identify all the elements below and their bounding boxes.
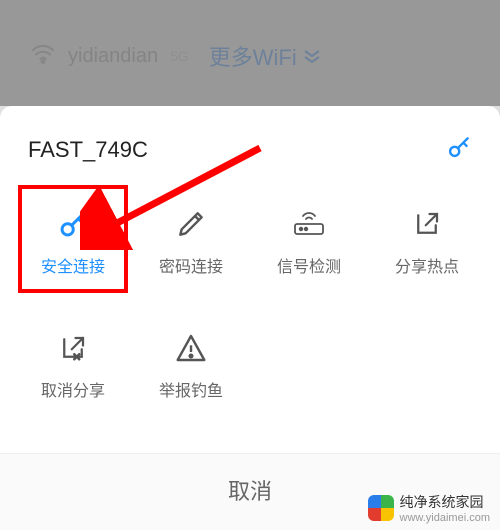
watermark: 纯净系统家园 www.yidaimei.com xyxy=(368,492,490,524)
watermark-brand: 纯净系统家园 xyxy=(400,492,490,512)
warning-icon xyxy=(175,329,207,367)
grid-label: 分享热点 xyxy=(395,253,459,277)
share-cancel-icon xyxy=(58,329,88,367)
action-sheet: FAST_749C 安全连接 密码连接 xyxy=(0,106,500,530)
grid-item-share-hotspot[interactable]: 分享热点 xyxy=(368,191,486,291)
grid-item-signal-check[interactable]: 信号检测 xyxy=(250,191,368,291)
share-icon xyxy=(412,205,442,243)
key-icon xyxy=(446,134,472,165)
grid-item-cancel-share[interactable]: 取消分享 xyxy=(14,315,132,415)
grid-item-report-phishing[interactable]: 举报钓鱼 xyxy=(132,315,250,415)
router-icon xyxy=(291,205,327,243)
grid-label: 取消分享 xyxy=(41,377,105,401)
watermark-url: www.yidaimei.com xyxy=(400,512,490,524)
grid-label: 安全连接 xyxy=(41,253,105,277)
pencil-icon xyxy=(175,205,207,243)
network-name: FAST_749C xyxy=(28,137,148,163)
grid-label: 信号检测 xyxy=(277,253,341,277)
grid-label: 举报钓鱼 xyxy=(159,377,223,401)
cancel-label: 取消 xyxy=(228,479,272,504)
grid-item-secure-connect[interactable]: 安全连接 xyxy=(14,191,132,291)
modal-dim-overlay[interactable] xyxy=(0,0,500,106)
watermark-logo-icon xyxy=(368,495,394,521)
grid-item-password-connect[interactable]: 密码连接 xyxy=(132,191,250,291)
grid-label: 密码连接 xyxy=(159,253,223,277)
key-icon xyxy=(57,205,89,243)
action-grid: 安全连接 密码连接 信号检测 xyxy=(0,183,500,423)
sheet-header: FAST_749C xyxy=(0,106,500,183)
